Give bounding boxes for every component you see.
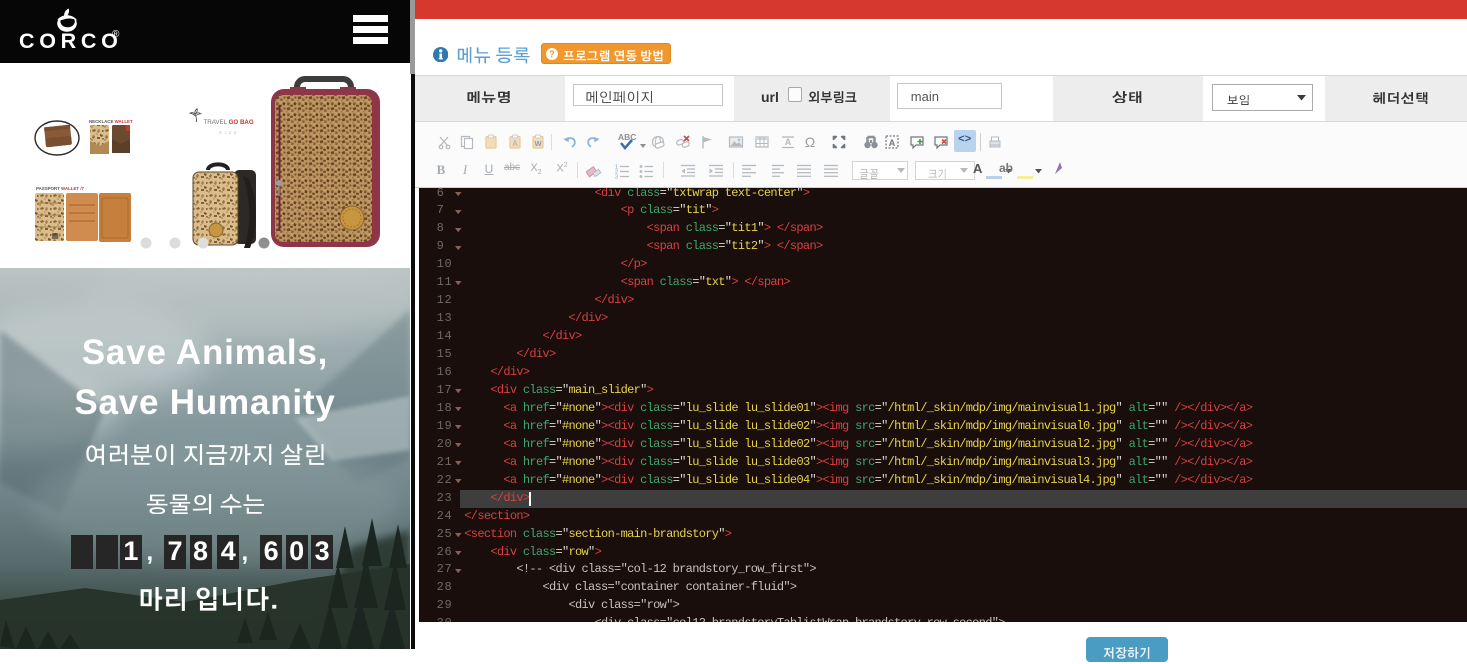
svg-text:W: W: [534, 139, 542, 148]
svg-text:PASSPORT WALLET /7: PASSPORT WALLET /7: [36, 186, 85, 191]
svg-text:S I Z E: S I Z E: [219, 131, 238, 135]
svg-text:?: ?: [549, 49, 555, 59]
svg-text:NECKLACE WALLET: NECKLACE WALLET: [89, 119, 133, 124]
svg-text:A: A: [889, 138, 896, 148]
svg-text:A: A: [784, 137, 791, 147]
svg-text:ABC: ABC: [618, 132, 636, 142]
svg-text:A: A: [512, 139, 518, 148]
svg-text:3: 3: [615, 174, 618, 179]
svg-text:TRAVEL GO BAG: TRAVEL GO BAG: [204, 119, 254, 126]
